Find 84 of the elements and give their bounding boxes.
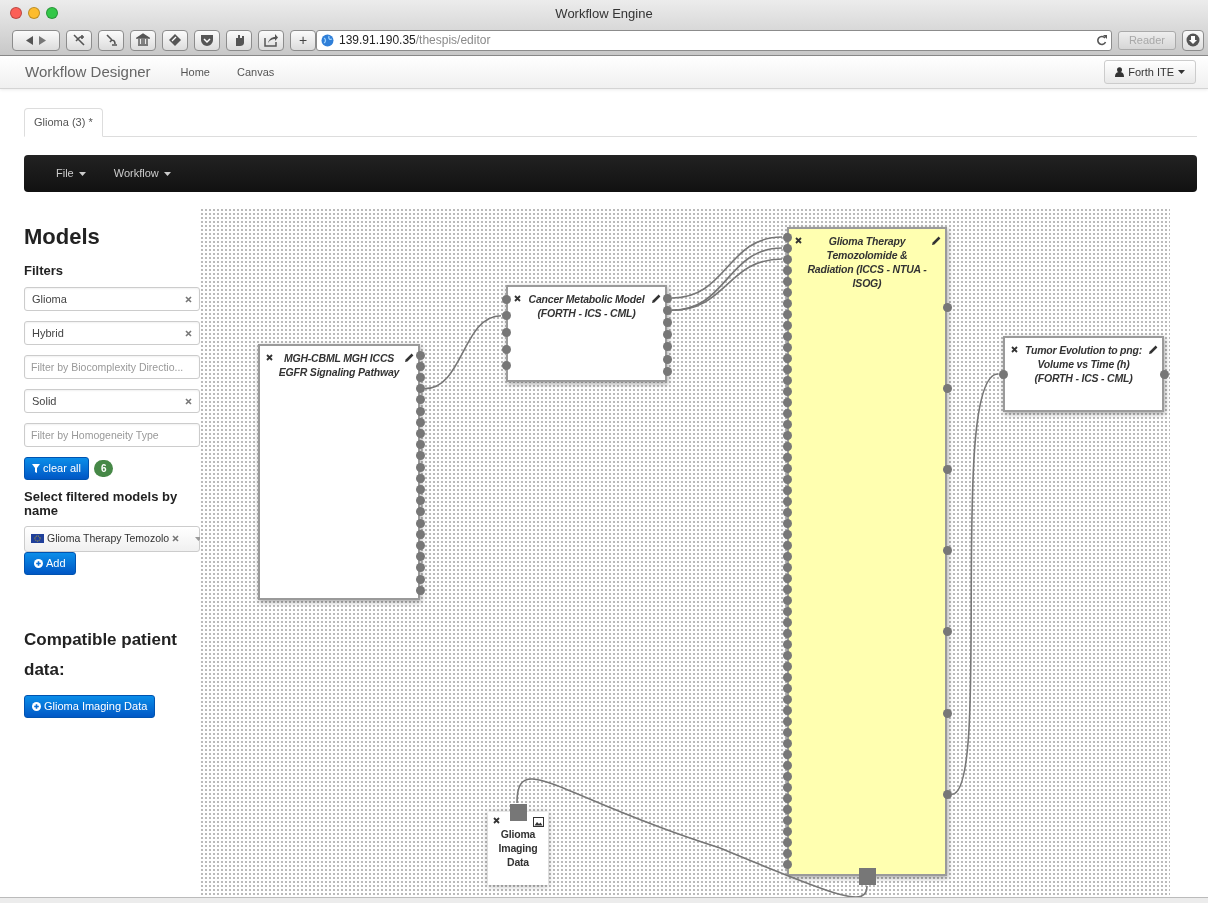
section-heading: Models (24, 223, 101, 251)
url-text: 139.91.190.35/thespis/editor (339, 32, 491, 49)
add-icon (34, 558, 43, 568)
filter-field[interactable]: Filter by Homogeneity Type (24, 422, 200, 447)
clear-icon[interactable] (185, 329, 192, 337)
edit-icon[interactable] (932, 236, 941, 245)
filter-icon (32, 463, 40, 473)
filter-field[interactable]: Filter by Biocomplexity Directio... (24, 354, 200, 379)
download-icon[interactable] (1186, 33, 1200, 47)
data-button[interactable]: Glioma Imaging Data (24, 694, 156, 718)
user-menu-button[interactable]: Forth ITE (1104, 60, 1196, 84)
caret-icon (195, 536, 203, 541)
pocket-icon[interactable] (200, 33, 214, 47)
connection-port[interactable] (942, 789, 952, 799)
connection-port[interactable] (942, 546, 952, 556)
data-port[interactable] (509, 803, 527, 821)
connection-port[interactable] (942, 627, 952, 637)
back-icon[interactable] (26, 35, 34, 45)
clear-icon[interactable] (185, 295, 192, 303)
node-title: Glioma Therapy Temozolomide & Radiation (ICCS - NTUA - ISOG) (806, 234, 928, 290)
nav-link[interactable]: Canvas (236, 63, 275, 81)
model-select[interactable]: Glioma Therapy Temozolo (24, 525, 200, 552)
close-icon[interactable] (1011, 346, 1018, 353)
new-tab-button[interactable]: + (290, 29, 316, 51)
share-icon[interactable] (264, 33, 278, 47)
connector-line[interactable] (424, 314, 502, 390)
minimize-window-button[interactable] (28, 7, 40, 19)
close-window-button[interactable] (10, 7, 22, 19)
close-icon[interactable] (795, 237, 802, 244)
connection-port[interactable] (942, 302, 952, 312)
forward-icon[interactable] (38, 35, 46, 45)
menu-dropdown[interactable]: File (46, 165, 96, 182)
connection-port[interactable] (1159, 369, 1169, 379)
close-icon[interactable] (266, 354, 273, 361)
clear-all-button[interactable]: clear all (24, 456, 89, 480)
image-icon[interactable] (533, 817, 544, 827)
diamond-icon[interactable] (168, 33, 182, 47)
selected-model: Glioma Therapy Temozolo (47, 530, 170, 546)
connection-port[interactable] (942, 383, 952, 393)
section-heading: Compatible patient data: (24, 628, 178, 681)
document-tab[interactable]: Glioma (3) * (24, 108, 103, 137)
app-brand[interactable]: Workflow Designer (25, 60, 151, 84)
filter-field[interactable]: Solid (24, 388, 200, 413)
connection-port[interactable] (998, 369, 1008, 379)
connector-line[interactable] (671, 258, 783, 311)
filter-field[interactable]: Glioma (24, 286, 200, 311)
count-badge: 6 (93, 459, 114, 477)
caret-icon (1178, 70, 1185, 74)
clear-icon[interactable] (185, 397, 192, 405)
user-icon (1115, 67, 1125, 77)
node-title: Glioma Imaging Data (497, 827, 539, 869)
edit-icon[interactable] (405, 353, 414, 362)
model-node[interactable]: Tumor Evolution to png: Volume vs Time (h) (FORTH - ICS - CML) (1003, 336, 1164, 412)
caret-icon (78, 171, 86, 176)
edit-icon[interactable] (652, 294, 661, 303)
filters-label: Filters (24, 262, 64, 280)
node-title: Cancer Metabolic Model (FORTH - ICS - CML) (527, 292, 646, 320)
edit-icon[interactable] (1149, 345, 1158, 354)
close-icon[interactable] (493, 817, 500, 824)
zoom-window-button[interactable] (46, 7, 58, 19)
node-title: Tumor Evolution to png: Volume vs Time (h) (FORTH - ICS - CML) (1023, 343, 1144, 385)
add-button[interactable]: Add (24, 551, 76, 575)
close-icon[interactable] (514, 295, 521, 302)
connector-line[interactable] (951, 373, 999, 795)
menu-dropdown[interactable]: Workflow (103, 165, 181, 182)
data-node[interactable]: Glioma Imaging Data (488, 812, 548, 885)
globe-icon (321, 33, 334, 47)
add-icon (32, 701, 41, 711)
connection-port[interactable] (942, 708, 952, 718)
window-title: Workflow Engine (555, 4, 653, 23)
connector-line[interactable] (671, 236, 783, 299)
node-title: MGH-CBML MGH ICCS EGFR Signaling Pathway (277, 351, 401, 379)
bank-icon[interactable] (136, 33, 150, 47)
select-label: Select filtered models by name (24, 489, 179, 518)
model-node[interactable]: Cancer Metabolic Model (FORTH - ICS - CML) (506, 285, 667, 382)
caret-icon (163, 171, 171, 176)
reload-icon[interactable] (1095, 34, 1107, 46)
nav-link[interactable]: Home (180, 63, 210, 81)
filter-field[interactable]: Hybrid (24, 320, 200, 345)
connection-port[interactable] (942, 464, 952, 474)
flag-icon (31, 534, 44, 543)
model-node[interactable]: MGH-CBML MGH ICCS EGFR Signaling Pathway (258, 344, 420, 600)
clear-icon[interactable] (172, 535, 180, 542)
address-bar[interactable]: 139.91.190.35/thespis/editor (316, 29, 1112, 51)
